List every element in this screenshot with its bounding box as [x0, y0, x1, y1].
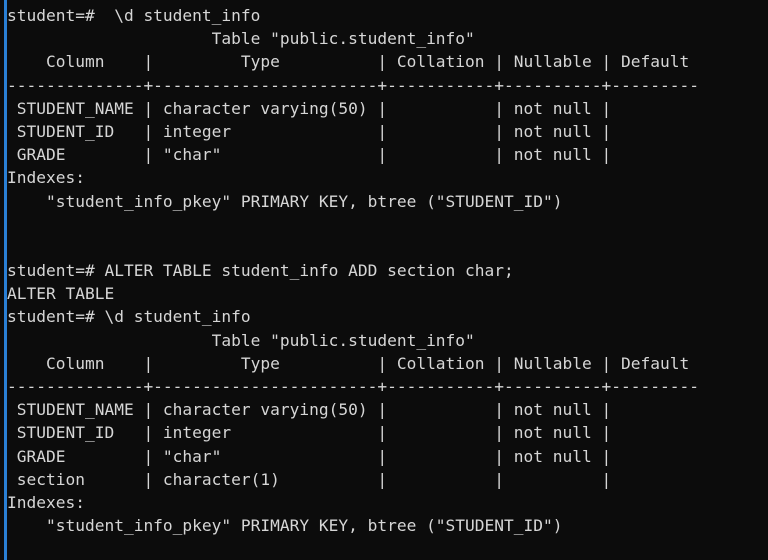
terminal-line: Indexes: [7, 492, 85, 512]
terminal-line: student=# ALTER TABLE student_info ADD s… [7, 261, 514, 281]
terminal-line: Column | Type | Collation | Nullable | D… [7, 52, 699, 72]
terminal-line: STUDENT_ID | integer | | not null | [7, 121, 621, 141]
terminal-line: student=# \d student_info [7, 307, 251, 327]
terminal-line: Table "public.student_info" [7, 330, 475, 350]
terminal-line: GRADE | "char" | | not null | [7, 446, 621, 466]
terminal-line: STUDENT_NAME | character varying(50) | |… [7, 400, 621, 420]
terminal-line: STUDENT_ID | integer | | not null | [7, 423, 621, 443]
terminal-line: Table "public.student_info" [7, 29, 475, 49]
terminal-line: --------------+-----------------------+-… [7, 75, 699, 95]
terminal-line: Column | Type | Collation | Nullable | D… [7, 353, 699, 373]
terminal-line: Indexes: [7, 168, 85, 188]
terminal-line: student=# \d student_info [7, 6, 261, 25]
terminal-line: "student_info_pkey" PRIMARY KEY, btree (… [7, 516, 563, 536]
terminal-line: section | character(1) | | | [7, 469, 621, 489]
terminal-line: ALTER TABLE [7, 284, 115, 304]
terminal-line: --------------+-----------------------+-… [7, 377, 699, 396]
terminal-window[interactable]: student=# \d student_info Table "public.… [0, 0, 768, 560]
terminal-output-screen[interactable]: student=# \d student_info Table "public.… [7, 4, 768, 560]
terminal-line: "student_info_pkey" PRIMARY KEY, btree (… [7, 191, 563, 211]
terminal-line: STUDENT_NAME | character varying(50) | |… [7, 98, 621, 118]
terminal-line: GRADE | "char" | | not null | [7, 145, 621, 165]
